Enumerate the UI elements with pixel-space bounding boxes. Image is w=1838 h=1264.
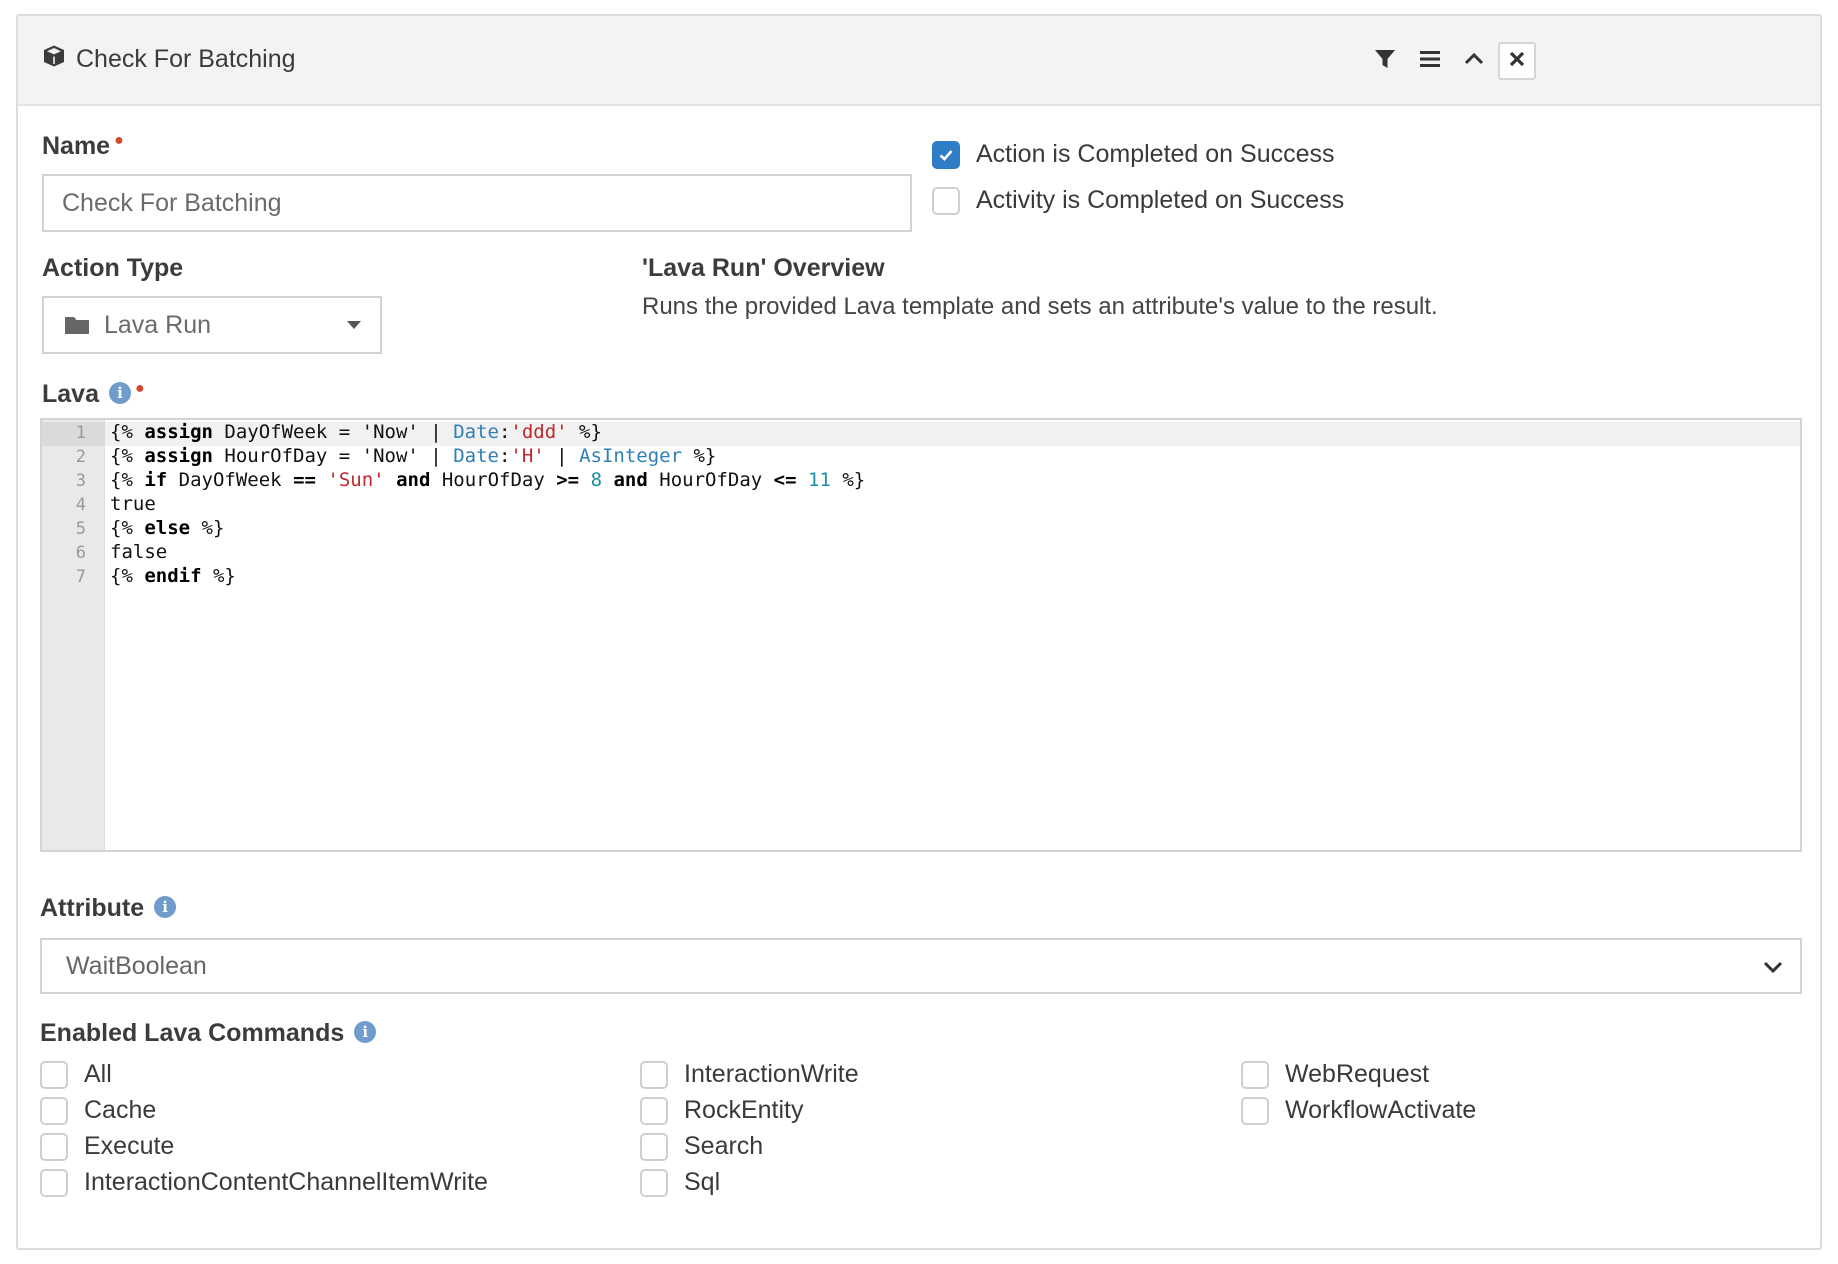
code-line[interactable]: true: [110, 493, 156, 515]
action-completed-label: Action is Completed on Success: [976, 140, 1335, 168]
caret-down-icon: [346, 320, 362, 330]
command-label: Search: [684, 1132, 764, 1160]
close-button[interactable]: [1498, 42, 1536, 80]
action-type-select[interactable]: Lava Run: [42, 296, 382, 354]
action-type-label: Action Type: [42, 254, 184, 282]
lava-code-editor[interactable]: 1 2 3 4 5 6 7 {% assign DayOfWeek = 'Now…: [40, 418, 1802, 852]
attribute-select[interactable]: WaitBoolean: [40, 938, 1802, 994]
line-number: 4: [75, 495, 86, 515]
command-label: Execute: [84, 1132, 175, 1160]
command-checkbox-webrequest[interactable]: WebRequest: [1241, 1060, 1429, 1089]
command-checkbox-execute[interactable]: Execute: [40, 1132, 174, 1161]
line-number: 5: [75, 519, 86, 539]
menu-button[interactable]: [1411, 42, 1449, 80]
panel-header: Check For Batching: [18, 16, 1820, 106]
checkbox[interactable]: [1241, 1096, 1269, 1125]
command-checkbox-workflowactivate[interactable]: WorkflowActivate: [1241, 1096, 1476, 1125]
line-number: 1: [75, 423, 86, 443]
panel-title-text: Check For Batching: [76, 45, 296, 73]
enabled-commands-label: Enabled Lava Commands i: [40, 1019, 377, 1048]
checkbox[interactable]: [40, 1132, 68, 1161]
required-indicator: ●: [134, 380, 145, 397]
info-icon[interactable]: i: [154, 896, 177, 919]
checkbox[interactable]: [1241, 1060, 1269, 1089]
attribute-label: Attribute i: [40, 894, 177, 923]
command-label: RockEntity: [684, 1096, 804, 1124]
activity-completed-checkbox[interactable]: Activity is Completed on Success: [932, 186, 1344, 215]
info-icon[interactable]: i: [354, 1021, 377, 1044]
name-label: Name ●: [42, 132, 124, 160]
line-number-gutter: 1 2 3 4 5 6 7: [42, 420, 105, 850]
code-line[interactable]: {% assign DayOfWeek = 'Now' | Date:'ddd'…: [110, 421, 602, 443]
code-line[interactable]: {% else %}: [110, 517, 224, 539]
code-line[interactable]: {% assign HourOfDay = 'Now' | Date:'H' |…: [110, 445, 716, 467]
close-icon: [1508, 50, 1526, 73]
code-line[interactable]: false: [110, 541, 167, 563]
collapse-button[interactable]: [1455, 42, 1493, 80]
checkbox[interactable]: [40, 1168, 68, 1197]
command-checkbox-all[interactable]: All: [40, 1060, 112, 1089]
overview-text: Runs the provided Lava template and sets…: [642, 293, 1438, 320]
filter-icon: [1374, 48, 1396, 75]
line-number: 2: [75, 447, 86, 467]
command-label: Sql: [684, 1168, 721, 1196]
checkbox-checked[interactable]: [932, 140, 960, 169]
menu-icon: [1419, 48, 1441, 75]
filter-button[interactable]: [1366, 42, 1404, 80]
folder-icon: [64, 315, 90, 335]
checkbox[interactable]: [640, 1096, 668, 1125]
activity-completed-label: Activity is Completed on Success: [976, 186, 1345, 214]
checkbox[interactable]: [40, 1096, 68, 1125]
action-completed-checkbox[interactable]: Action is Completed on Success: [932, 140, 1335, 169]
command-label: Cache: [84, 1096, 157, 1124]
command-label: All: [84, 1060, 112, 1088]
chevron-up-icon: [1463, 48, 1485, 75]
line-number: 3: [75, 471, 86, 491]
code-line[interactable]: {% if DayOfWeek == 'Sun' and HourOfDay >…: [110, 469, 865, 491]
command-label: WorkflowActivate: [1285, 1096, 1477, 1124]
checkbox[interactable]: [640, 1132, 668, 1161]
checkbox[interactable]: [640, 1168, 668, 1197]
required-indicator: ●: [114, 132, 124, 149]
lava-label: Lava i ●: [42, 380, 145, 408]
checkbox[interactable]: [932, 186, 960, 215]
action-type-value: Lava Run: [104, 310, 212, 339]
checkbox[interactable]: [40, 1060, 68, 1089]
info-icon[interactable]: i: [108, 382, 131, 405]
line-number: 6: [75, 543, 86, 563]
command-label: InteractionContentChannelItemWrite: [84, 1168, 488, 1196]
command-checkbox-interactioncontentchannelitemwrite[interactable]: InteractionContentChannelItemWrite: [40, 1168, 488, 1197]
chevron-down-icon: [1762, 956, 1784, 985]
cube-icon: [42, 44, 66, 75]
command-checkbox-rockentity[interactable]: RockEntity: [640, 1096, 803, 1125]
attribute-value: WaitBoolean: [66, 951, 207, 980]
command-label: InteractionWrite: [684, 1060, 859, 1088]
command-checkbox-sql[interactable]: Sql: [640, 1168, 720, 1197]
command-label: WebRequest: [1285, 1060, 1430, 1088]
command-checkbox-interactionwrite[interactable]: InteractionWrite: [640, 1060, 859, 1089]
line-number: 7: [75, 567, 86, 587]
code-line[interactable]: {% endif %}: [110, 565, 236, 587]
command-checkbox-search[interactable]: Search: [640, 1132, 763, 1161]
checkbox[interactable]: [640, 1060, 668, 1089]
command-checkbox-cache[interactable]: Cache: [40, 1096, 156, 1125]
panel-title: Check For Batching: [42, 44, 296, 75]
overview-title: 'Lava Run' Overview: [642, 254, 885, 282]
name-input[interactable]: Check For Batching: [42, 174, 912, 232]
name-input-value: Check For Batching: [62, 188, 282, 217]
